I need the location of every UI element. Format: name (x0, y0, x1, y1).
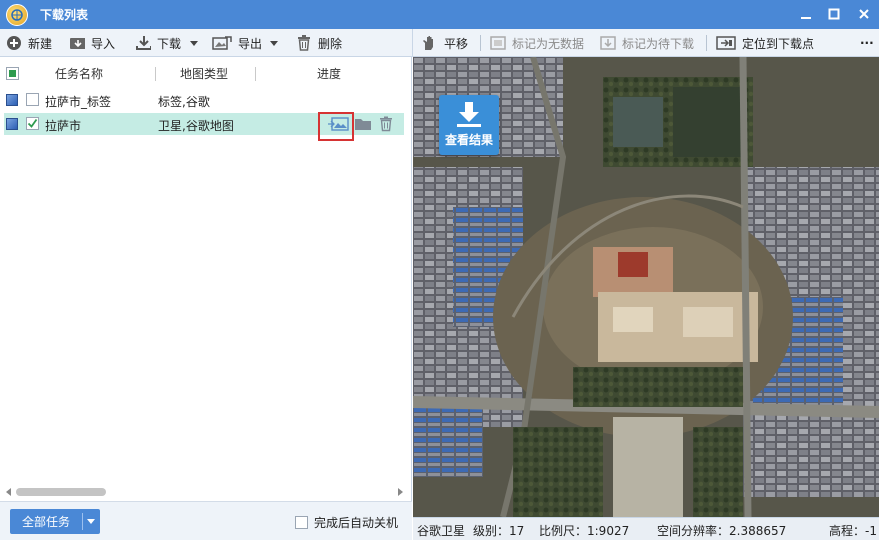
chevron-down-icon (190, 40, 198, 46)
checkmark-icon (27, 118, 38, 128)
download-icon (135, 35, 151, 51)
scrollbar-thumb[interactable] (16, 488, 106, 496)
auto-shutdown-label: 完成后自动关机 (314, 516, 399, 530)
horizontal-scrollbar[interactable] (6, 486, 406, 498)
toolbar-separator (706, 35, 707, 51)
export-icon (212, 35, 232, 51)
table-row[interactable]: 拉萨市_标签 标签,谷歌 (4, 89, 404, 111)
mark-pending-label: 标记为待下载 (622, 36, 695, 51)
download-dropdown-button[interactable] (190, 33, 204, 53)
locate-icon (716, 35, 736, 51)
status-level: 级别：17 (473, 524, 525, 538)
close-icon (859, 9, 869, 19)
status-elevation: 高程：-1 (829, 524, 877, 538)
row-checkbox[interactable] (26, 93, 39, 106)
minimize-icon (801, 17, 811, 19)
mark-pending-icon (600, 35, 616, 51)
select-all-checkbox[interactable] (6, 67, 19, 80)
all-tasks-button[interactable]: 全部任务 (10, 509, 100, 534)
import-label: 导入 (91, 36, 116, 51)
hand-pan-icon (420, 35, 438, 51)
toolbar-separator (480, 35, 481, 51)
task-name: 拉萨市_标签 (45, 95, 112, 109)
task-map-type: 卫星,谷歌地图 (158, 119, 234, 133)
new-button[interactable]: 新建 (6, 33, 52, 53)
toolbar-divider (412, 29, 413, 57)
download-label: 下载 (157, 36, 182, 51)
delete-task-button[interactable] (377, 115, 395, 133)
column-header-map-type[interactable]: 地图类型 (180, 65, 228, 82)
folder-icon (355, 119, 371, 130)
scroll-left-icon[interactable] (6, 488, 11, 496)
download-button[interactable]: 下载 (135, 33, 181, 53)
trash-icon (380, 116, 392, 132)
more-icon: ··· (860, 36, 874, 50)
close-button[interactable] (853, 4, 875, 24)
scroll-right-icon[interactable] (398, 488, 403, 496)
status-map-source: 谷歌卫星 (417, 524, 466, 538)
toolbar: 新建 导入 下载 导出 删除 平移 标记为无数据 标记为待下载 定位到下载点 ·… (0, 29, 879, 57)
pan-button[interactable]: 平移 (420, 33, 468, 53)
status-bar: 谷歌卫星 级别：17 比例尺：1:9027 空间分辨率：2.388657 高程：… (413, 517, 879, 540)
view-result-button[interactable]: 查看结果 (439, 95, 499, 155)
maximize-icon (828, 8, 840, 20)
delete-button[interactable]: 删除 (296, 33, 342, 53)
row-checkbox[interactable] (26, 117, 39, 130)
open-folder-button[interactable] (354, 115, 372, 133)
task-name: 拉萨市 (45, 119, 82, 133)
status-resolution: 空间分辨率：2.388657 (657, 524, 787, 538)
auto-shutdown-checkbox[interactable] (295, 516, 308, 529)
column-separator[interactable] (255, 67, 256, 81)
highlight-box (318, 112, 354, 141)
mark-pending-button[interactable]: 标记为待下载 (600, 33, 694, 53)
more-button[interactable]: ··· (860, 33, 874, 53)
export-dropdown-button[interactable] (270, 33, 284, 53)
button-separator (82, 513, 83, 530)
mark-nodata-icon (490, 35, 506, 51)
chevron-down-icon[interactable] (87, 519, 95, 524)
minimize-button[interactable] (795, 4, 817, 24)
export-label: 导出 (238, 36, 263, 51)
mark-nodata-label: 标记为无数据 (512, 36, 585, 51)
column-header-progress[interactable]: 进度 (317, 65, 341, 82)
maximize-button[interactable] (823, 4, 845, 24)
mark-nodata-button[interactable]: 标记为无数据 (490, 33, 584, 53)
title-bar: 下载列表 (0, 0, 879, 29)
chevron-down-icon (270, 40, 278, 46)
column-separator[interactable] (155, 67, 156, 81)
export-button[interactable]: 导出 (212, 33, 262, 53)
window-title: 下载列表 (40, 8, 89, 22)
auto-shutdown-option[interactable]: 完成后自动关机 (295, 514, 398, 531)
trash-icon (296, 35, 312, 51)
all-tasks-label: 全部任务 (21, 515, 70, 529)
bottom-bar: 全部任务 完成后自动关机 (0, 501, 412, 540)
task-icon (6, 94, 18, 106)
column-header-name[interactable]: 任务名称 (55, 65, 103, 82)
new-label: 新建 (28, 36, 53, 51)
status-scale: 比例尺：1:9027 (539, 524, 630, 538)
task-map-type: 标签,谷歌 (158, 95, 210, 109)
view-result-label: 查看结果 (444, 133, 493, 147)
pan-label: 平移 (444, 36, 469, 51)
import-icon (69, 35, 85, 51)
download-arrow-icon (457, 102, 481, 127)
plus-circle-icon (6, 35, 22, 51)
table-header: 任务名称 地图类型 进度 (0, 57, 412, 87)
locate-button[interactable]: 定位到下载点 (716, 33, 814, 53)
task-icon (6, 118, 18, 130)
locate-label: 定位到下载点 (742, 36, 815, 51)
import-button[interactable]: 导入 (69, 33, 115, 53)
app-logo-icon (6, 3, 28, 26)
delete-label: 删除 (318, 36, 343, 51)
